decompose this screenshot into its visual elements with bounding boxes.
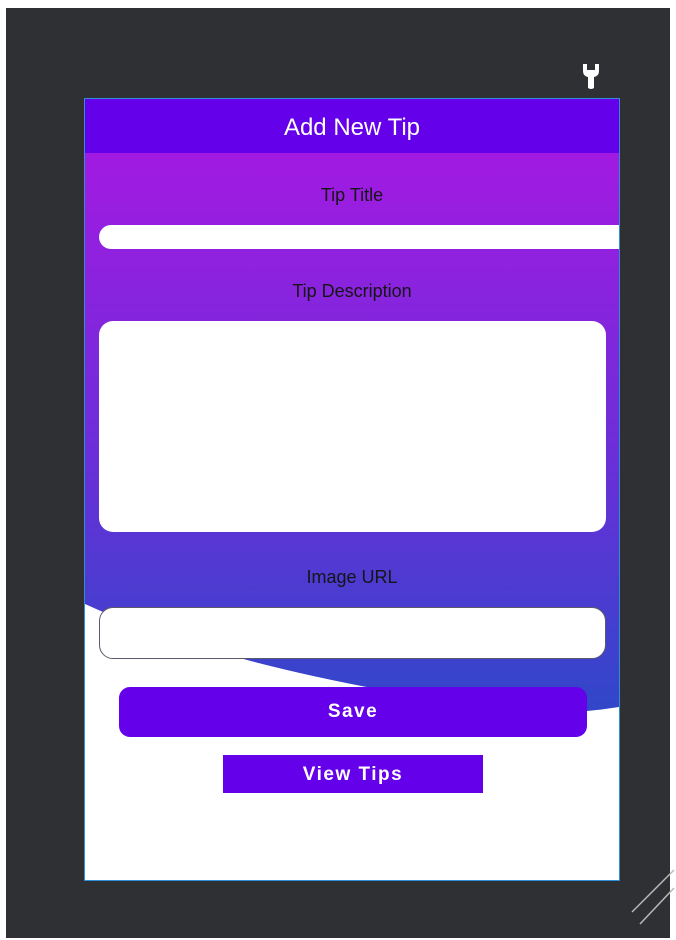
image-url-label: Image URL xyxy=(306,567,398,587)
page-title: Add New Tip xyxy=(283,114,421,141)
image-url-input[interactable] xyxy=(99,607,606,659)
save-button[interactable]: Save xyxy=(119,687,587,737)
phone-preview: Add New Tip Tip Title Tip Description Im… xyxy=(84,98,620,881)
tip-description-label: Tip Description xyxy=(292,281,412,301)
view-tips-button[interactable]: View Tips xyxy=(223,755,483,793)
resize-grip-icon[interactable] xyxy=(630,868,676,926)
tip-title-label: Tip Title xyxy=(320,185,384,205)
view-tips-button-label: View Tips xyxy=(302,764,404,785)
header-bar: Add New Tip xyxy=(85,99,619,153)
save-button-label: Save xyxy=(327,701,379,722)
tip-description-input[interactable] xyxy=(99,321,606,532)
tip-title-input[interactable] xyxy=(99,225,619,249)
wrench-icon[interactable] xyxy=(580,62,602,90)
